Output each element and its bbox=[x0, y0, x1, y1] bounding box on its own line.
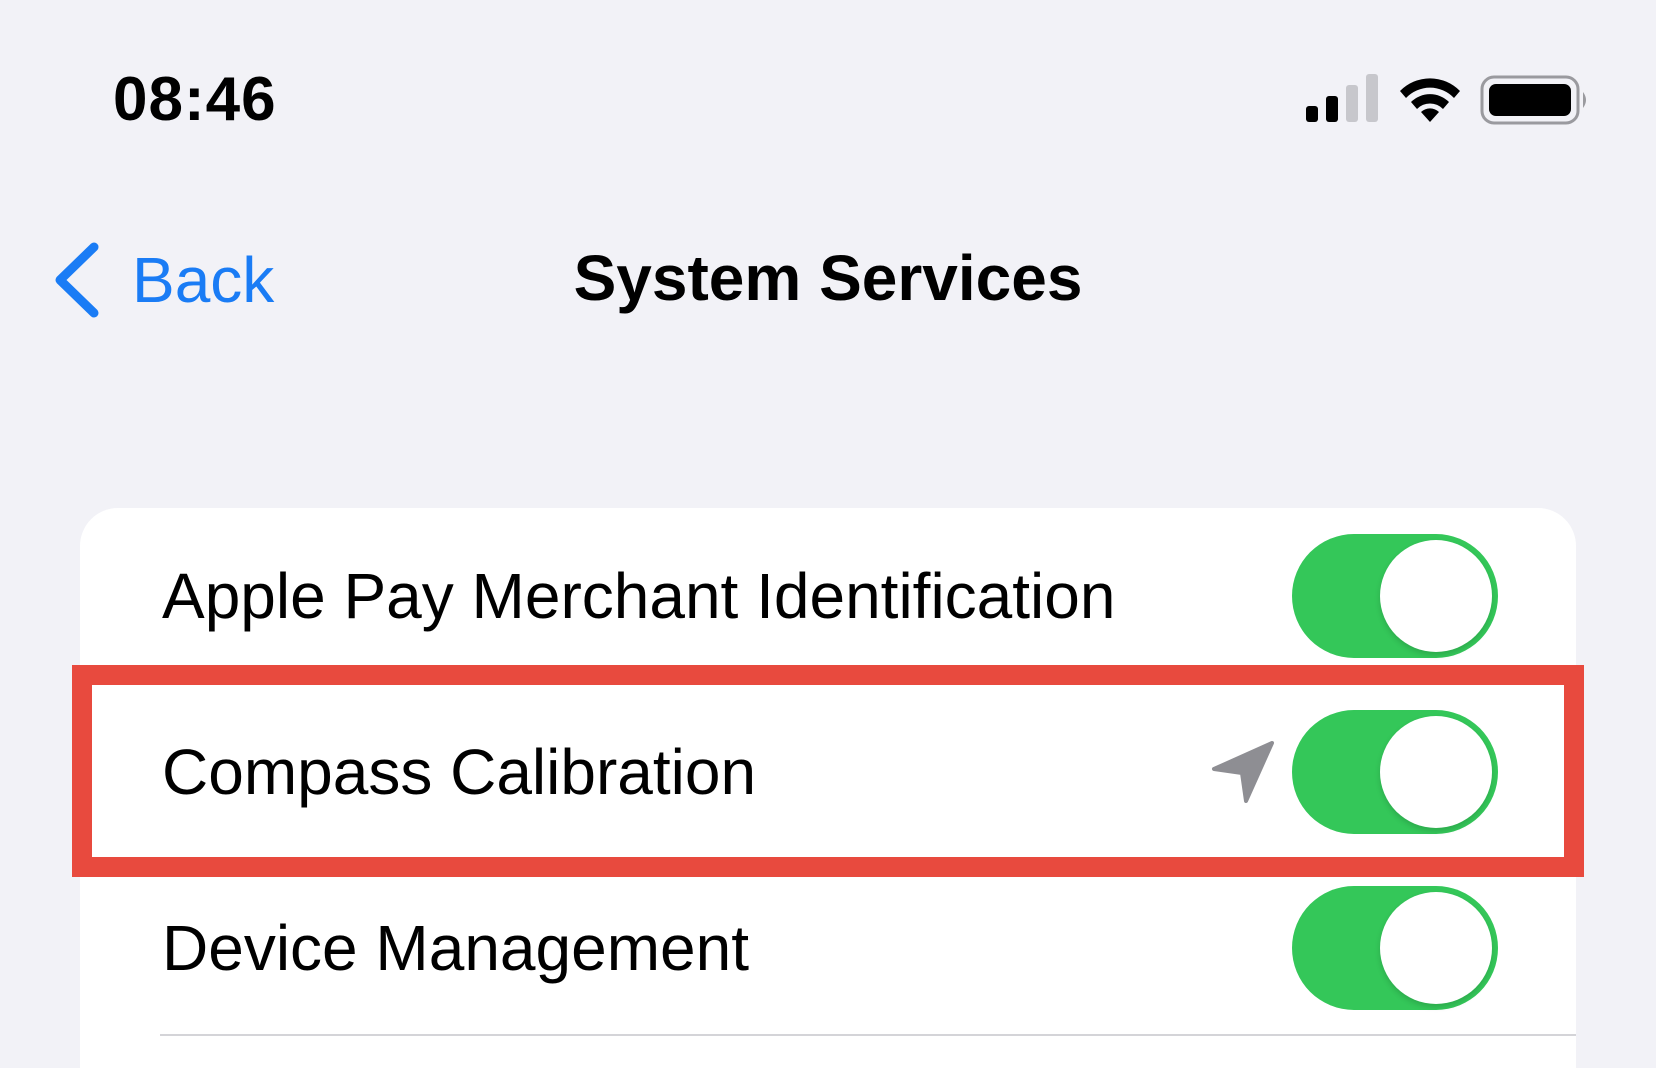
setting-row-compass-calibration: Compass Calibration bbox=[80, 684, 1576, 860]
location-arrow-icon bbox=[1212, 741, 1274, 803]
toggle-knob bbox=[1380, 716, 1492, 828]
setting-label: Device Management bbox=[162, 912, 749, 984]
status-time: 08:46 bbox=[113, 65, 277, 134]
battery-icon bbox=[1480, 75, 1586, 125]
setting-row-device-management: Device Management bbox=[80, 860, 1576, 1036]
device-management-toggle[interactable] bbox=[1292, 886, 1498, 1010]
navigation-bar: Back System Services bbox=[0, 220, 1656, 340]
setting-label: Compass Calibration bbox=[162, 736, 757, 808]
system-services-list: Apple Pay Merchant Identification Compas… bbox=[80, 508, 1576, 1068]
setting-row-apple-pay-merchant-identification: Apple Pay Merchant Identification bbox=[80, 508, 1576, 684]
toggle-knob bbox=[1380, 540, 1492, 652]
compass-calibration-toggle[interactable] bbox=[1292, 710, 1498, 834]
toggle-knob bbox=[1380, 892, 1492, 1004]
apple-pay-merchant-identification-toggle[interactable] bbox=[1292, 534, 1498, 658]
wifi-icon bbox=[1400, 78, 1460, 122]
row-separator bbox=[160, 1034, 1576, 1036]
status-bar: 08:46 bbox=[0, 0, 1656, 200]
cellular-signal-icon bbox=[1306, 74, 1378, 122]
setting-label: Apple Pay Merchant Identification bbox=[162, 560, 1116, 632]
page-title: System Services bbox=[573, 242, 1083, 314]
